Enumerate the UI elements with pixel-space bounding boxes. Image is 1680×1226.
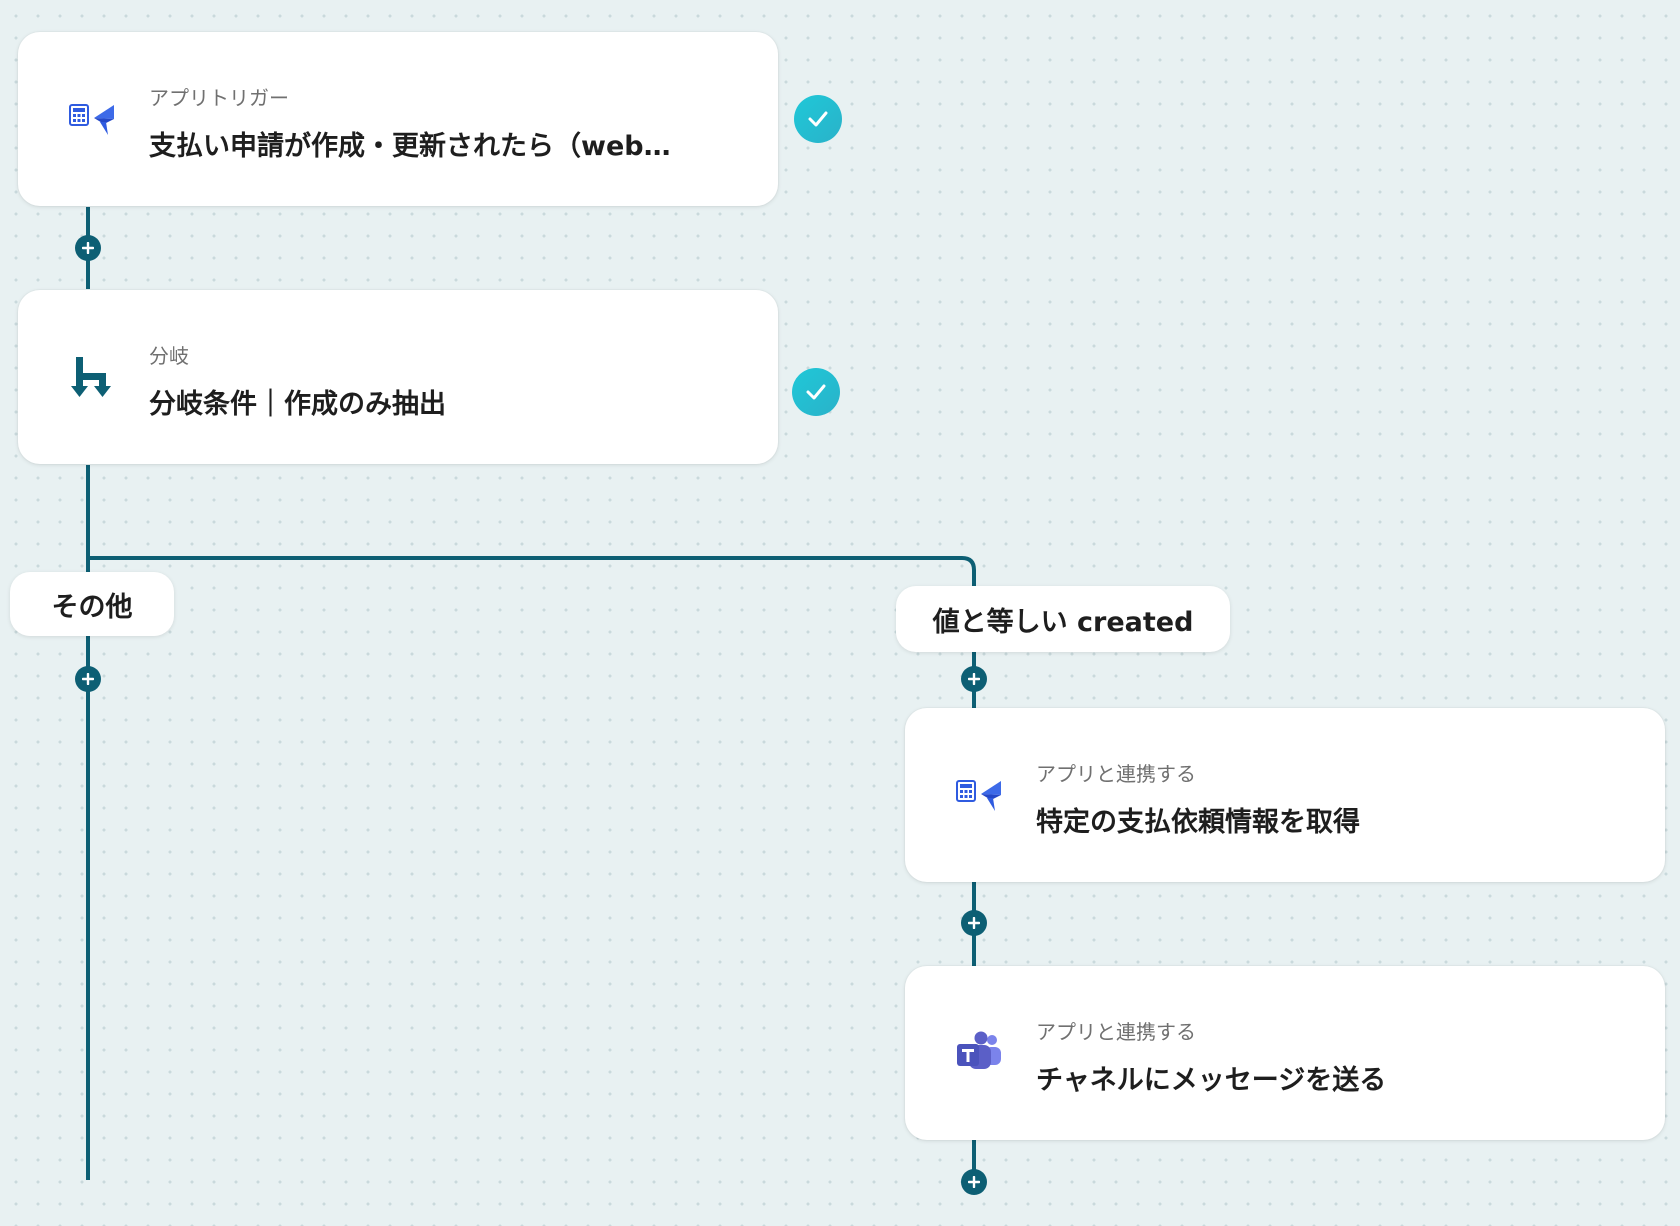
- plus-icon: [82, 242, 94, 254]
- add-step-button[interactable]: [961, 910, 987, 936]
- node-subtitle: アプリと連携する: [1036, 762, 1196, 786]
- payment-approval-app-icon: [64, 91, 120, 147]
- completed-check-icon: [792, 368, 840, 416]
- node-title: 支払い申請が作成・更新されたら（web…: [149, 131, 671, 162]
- plus-icon: [968, 1176, 980, 1188]
- plus-icon: [968, 917, 980, 929]
- node-title: 分岐条件｜作成のみ抽出: [149, 389, 446, 420]
- add-step-button[interactable]: [961, 666, 987, 692]
- completed-check-icon: [794, 95, 842, 143]
- node-title: チャネルにメッセージを送る: [1036, 1065, 1387, 1096]
- plus-icon: [82, 673, 94, 685]
- branch-card[interactable]: 分岐 分岐条件｜作成のみ抽出: [18, 290, 778, 464]
- trigger-card[interactable]: アプリトリガー 支払い申請が作成・更新されたら（web…: [18, 32, 778, 206]
- action-card-send-channel-message[interactable]: アプリと連携する チャネルにメッセージを送る: [905, 966, 1665, 1140]
- node-subtitle: アプリと連携する: [1036, 1020, 1196, 1044]
- add-step-button[interactable]: [75, 666, 101, 692]
- connector-split: [88, 556, 976, 586]
- flow-canvas: アプリトリガー 支払い申請が作成・更新されたら（web… 分岐 分岐条件｜作成の…: [0, 0, 1680, 1226]
- branch-label-other[interactable]: その他: [10, 572, 174, 636]
- node-subtitle: 分岐: [149, 344, 189, 368]
- microsoft-teams-icon: [951, 1025, 1007, 1081]
- payment-approval-app-icon: [951, 767, 1007, 823]
- branch-label-equals-created[interactable]: 値と等しい created: [896, 586, 1230, 652]
- node-title: 特定の支払依頼情報を取得: [1036, 807, 1360, 838]
- node-subtitle: アプリトリガー: [149, 86, 289, 110]
- branch-icon: [64, 349, 120, 405]
- plus-icon: [968, 673, 980, 685]
- action-card-get-payment-request[interactable]: アプリと連携する 特定の支払依頼情報を取得: [905, 708, 1665, 882]
- add-step-button[interactable]: [75, 235, 101, 261]
- add-step-button[interactable]: [961, 1169, 987, 1195]
